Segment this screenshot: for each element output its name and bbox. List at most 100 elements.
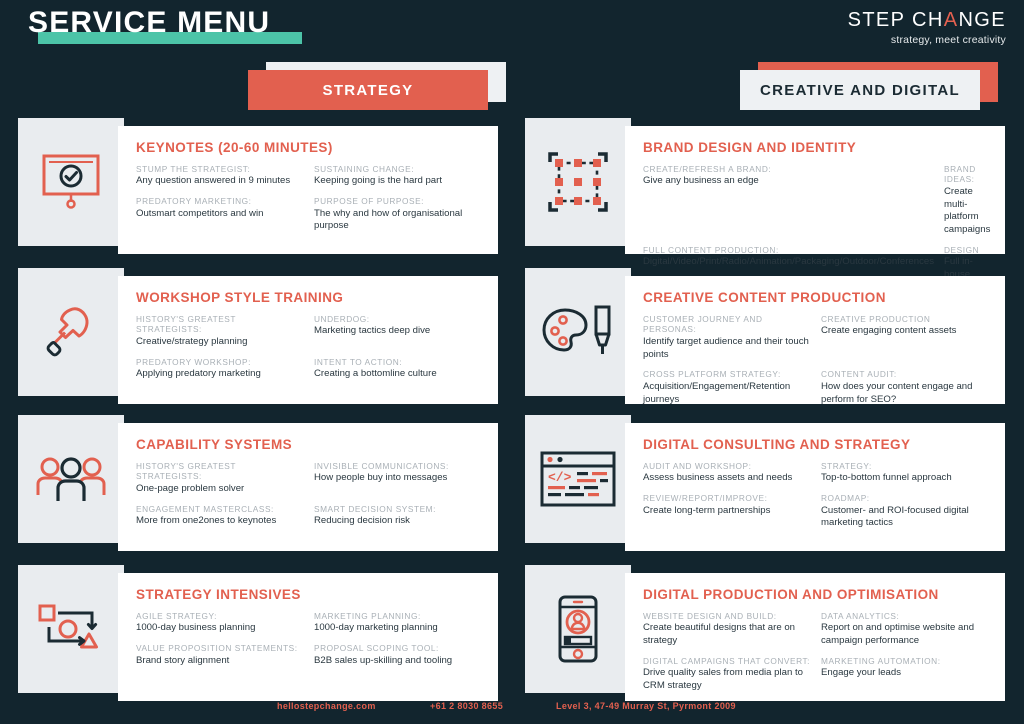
logo-tagline: strategy, meet creativity [890, 34, 1006, 46]
service-item-label: REVIEW/REPORT/IMPROVE: [643, 493, 768, 504]
service-item-label: STRATEGY: [821, 461, 872, 471]
service-item-label: CREATIVE PRODUCTION [821, 314, 931, 324]
svg-text:</>: </> [548, 470, 572, 485]
service-item-description: One-page problem solver [136, 482, 245, 494]
service-card-title: KEYNOTES (20-60 MINUTES) [136, 140, 333, 155]
logo-wordmark-accent-letter: A [943, 9, 959, 31]
service-item-description: The why and how of organisational purpos… [314, 207, 463, 232]
service-item-description: Reducing decision risk [314, 514, 410, 526]
service-item-description: Digital/Video/Print/Radio/Animation/Pack… [643, 256, 934, 268]
service-item-label: PURPOSE OF PURPOSE: [314, 196, 425, 207]
service-item: CREATE/REFRESH A BRAND: Give any busines… [643, 164, 934, 237]
service-item-label: HISTORY'S GREATEST STRATEGISTS: [136, 461, 236, 482]
service-item-label: VALUE PROPOSITION STATEMENTS: [136, 643, 298, 654]
service-item-label: HISTORY'S GREATEST STRATEGISTS: [136, 314, 236, 335]
service-item-label: ROADMAP: [821, 493, 870, 504]
service-item-description: Create engaging content assets [821, 325, 957, 337]
service-item-description: Applying predatory marketing [136, 367, 261, 379]
service-item-label: CREATE/REFRESH A BRAND: [643, 164, 772, 174]
service-item-grid: CUSTOMER JOURNEY AND PERSONAS: Identify … [643, 314, 989, 406]
mobile-user-icon [552, 595, 604, 663]
footer-phone[interactable]: +61 2 8030 8655 [430, 701, 503, 711]
service-card-body: KEYNOTES (20-60 MINUTES) STUMP THE STRAT… [118, 126, 498, 254]
service-item: UNDERDOG: Marketing tactics deep dive [314, 314, 482, 349]
service-item: MARKETING AUTOMATION: Engage your leads [821, 656, 989, 693]
service-card: CREATIVE CONTENT PRODUCTION CUSTOMER JOU… [525, 268, 1005, 406]
service-item-label: FULL CONTENT PRODUCTION: [643, 245, 779, 256]
service-item-description: Create multi-platform campaigns [944, 185, 991, 236]
service-item-label: SUSTAINING CHANGE: [314, 164, 415, 174]
service-item-label: DIGITAL CAMPAIGNS THAT CONVERT: [643, 656, 811, 667]
service-card-body: DIGITAL PRODUCTION AND OPTIMISATION WEBS… [625, 573, 1005, 701]
service-item-description: Identify target audience and their touch… [643, 335, 809, 360]
page-title-group: SERVICE MENU [26, 8, 302, 44]
service-card-icon-panel [525, 268, 631, 396]
service-item-label: INVISIBLE COMMUNICATIONS: [314, 461, 449, 471]
service-item: STRATEGY: Top-to-bottom funnel approach [821, 461, 989, 485]
page-header: SERVICE MENU STEP CHANGE strategy, meet … [0, 0, 1024, 58]
service-item-description: B2B sales up-skilling and tooling [314, 654, 453, 666]
service-item-label: PREDATORY WORKSHOP: [136, 356, 251, 367]
footer-website[interactable]: hellostepchange.com [277, 701, 376, 711]
service-card-title: STRATEGY INTENSIVES [136, 587, 301, 602]
service-card-title: BRAND DESIGN AND IDENTITY [643, 140, 857, 155]
service-item-description: How does your content engage and perform… [821, 380, 973, 405]
service-item-label: UNDERDOG: [314, 314, 370, 324]
service-item: AGILE STRATEGY: 1000-day business planni… [136, 611, 304, 635]
service-card-title: DIGITAL PRODUCTION AND OPTIMISATION [643, 587, 939, 602]
service-item-label: CONTENT AUDIT: [821, 369, 897, 380]
service-item-description: Marketing tactics deep dive [314, 325, 431, 337]
service-item-description: Drive quality sales from media plan to C… [643, 667, 803, 692]
service-item: INTENT TO ACTION: Creating a bottomline … [314, 357, 482, 381]
column-header-creative-box: CREATIVE AND DIGITAL [740, 70, 980, 110]
service-item: ENGAGEMENT MASTERCLASS: More from one2on… [136, 504, 304, 528]
service-card: STRATEGY INTENSIVES AGILE STRATEGY: 1000… [18, 565, 498, 701]
service-item-label: AUDIT AND WORKSHOP: [643, 461, 752, 471]
service-card-icon-panel [18, 565, 124, 693]
service-item-description: How people buy into messages [314, 472, 448, 484]
service-card: BRAND DESIGN AND IDENTITY CREATE/REFRESH… [525, 118, 1005, 306]
presentation-check-icon [40, 152, 102, 212]
service-item-label: WEBSITE DESIGN AND BUILD: [643, 611, 777, 621]
service-item-description: Assess business assets and needs [643, 472, 793, 484]
service-item-description: Report on and optimise website and campa… [821, 622, 975, 647]
service-card-body: STRATEGY INTENSIVES AGILE STRATEGY: 1000… [118, 573, 498, 701]
service-card-icon-panel [18, 415, 124, 543]
service-item-label: STUMP THE STRATEGIST: [136, 164, 251, 174]
company-logo: STEP CHANGE strategy, meet creativity [848, 10, 1006, 47]
service-card: CAPABILITY SYSTEMS HISTORY'S GREATEST ST… [18, 415, 498, 551]
service-item: PREDATORY WORKSHOP: Applying predatory m… [136, 357, 304, 381]
service-item: AUDIT AND WORKSHOP: Assess business asse… [643, 461, 811, 485]
service-item-description: Give any business an edge [643, 175, 759, 187]
service-item-description: 1000-day marketing planning [314, 622, 438, 634]
service-item-label: INTENT TO ACTION: [314, 356, 403, 367]
service-item-description: Creative/strategy planning [136, 335, 248, 347]
service-item-description: Creating a bottomline culture [314, 367, 437, 379]
service-item-description: Acquisition/Engagement/Retention journey… [643, 380, 791, 405]
service-item-grid: WEBSITE DESIGN AND BUILD: Create beautif… [643, 611, 989, 693]
code-browser-icon: </> [539, 450, 617, 508]
service-item-label: MARKETING AUTOMATION: [821, 656, 941, 667]
service-item-label: MARKETING PLANNING: [314, 611, 421, 621]
service-item-grid: HISTORY'S GREATEST STRATEGISTS: Creative… [136, 314, 482, 381]
service-item: PREDATORY MARKETING: Outsmart competitor… [136, 196, 304, 233]
service-card-title: CREATIVE CONTENT PRODUCTION [643, 290, 886, 305]
service-card: KEYNOTES (20-60 MINUTES) STUMP THE STRAT… [18, 118, 498, 254]
service-item-label: AGILE STRATEGY: [136, 611, 217, 621]
service-item-label: CROSS PLATFORM STRATEGY: [643, 369, 781, 380]
service-card: </> DIGITAL CONSULTING AND STRATEGY AUDI… [525, 415, 1005, 551]
service-item: PROPOSAL SCOPING TOOL: B2B sales up-skil… [314, 643, 482, 667]
service-item: PURPOSE OF PURPOSE: The why and how of o… [314, 196, 482, 233]
service-item: ROADMAP: Customer- and ROI-focused digit… [821, 493, 989, 530]
logo-wordmark: STEP CHANGE [848, 10, 1006, 31]
service-item-description: Any question answered in 9 minutes [136, 175, 291, 187]
service-card-icon-panel [525, 118, 631, 246]
service-item-label: DESIGN [944, 245, 980, 256]
service-item-description: Engage your leads [821, 667, 902, 679]
service-item-label: PROPOSAL SCOPING TOOL: [314, 643, 439, 654]
logo-wordmark-part1: STEP CH [847, 9, 944, 31]
palette-brush-icon [541, 304, 615, 360]
service-item-description: Keeping going is the hard part [314, 175, 443, 187]
service-item-label: CUSTOMER JOURNEY AND PERSONAS: [643, 314, 763, 335]
service-item: SUSTAINING CHANGE: Keeping going is the … [314, 164, 482, 188]
